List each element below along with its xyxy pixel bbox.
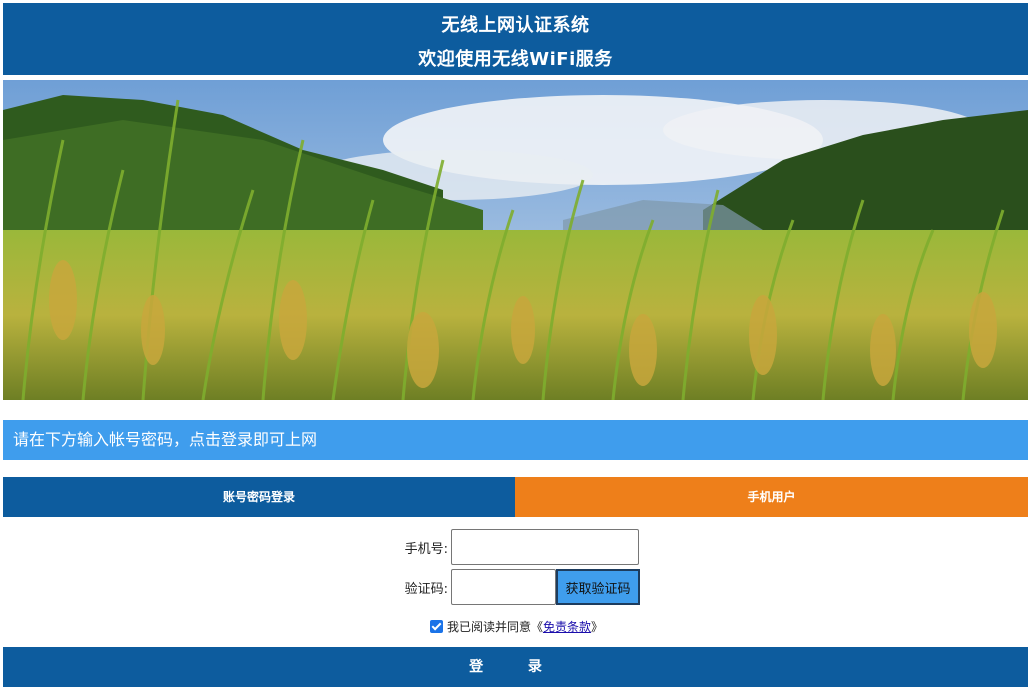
rice-field-banner xyxy=(3,80,1028,400)
tab-mobile-user[interactable]: 手机用户 xyxy=(515,477,1028,517)
login-notice: 请在下方输入帐号密码，点击登录即可上网 xyxy=(3,420,1028,460)
agree-suffix: 》 xyxy=(591,620,604,634)
phone-label: 手机号: xyxy=(404,541,448,557)
login-button[interactable]: 登 录 xyxy=(3,647,1028,687)
tab-account-password[interactable]: 账号密码登录 xyxy=(3,477,515,517)
get-code-button[interactable]: 获取验证码 xyxy=(556,569,640,605)
page-header: 无线上网认证系统 欢迎使用无线WiFi服务 xyxy=(3,3,1028,75)
code-input[interactable] xyxy=(451,569,556,605)
login-tabs: 账号密码登录 手机用户 xyxy=(3,477,1028,517)
agree-checkbox[interactable] xyxy=(430,620,443,633)
phone-row: 手机号: xyxy=(392,529,639,565)
agree-prefix: 我已阅读并同意《 xyxy=(447,620,544,634)
agreement: 我已阅读并同意《 免责条款》 xyxy=(430,618,603,635)
banner-image xyxy=(3,80,1028,400)
welcome-subtitle: 欢迎使用无线WiFi服务 xyxy=(418,49,613,70)
code-label: 验证码: xyxy=(404,581,448,597)
disclaimer-link[interactable]: 免责条款 xyxy=(543,618,591,635)
system-title: 无线上网认证系统 xyxy=(441,15,590,36)
code-row: 验证码: 获取验证码 xyxy=(392,569,640,605)
phone-input[interactable] xyxy=(451,529,639,565)
